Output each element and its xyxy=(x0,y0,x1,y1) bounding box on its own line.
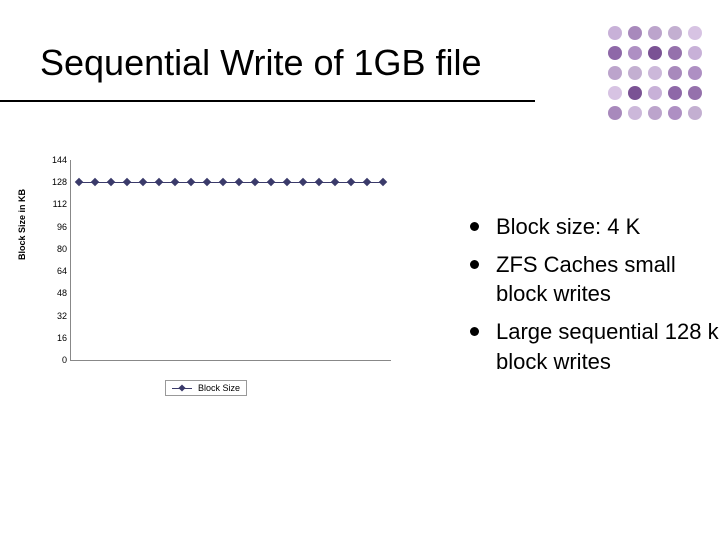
data-marker xyxy=(267,178,275,186)
plot-area: 0163248648096112128144 xyxy=(70,160,391,361)
data-marker xyxy=(155,178,163,186)
data-marker xyxy=(235,178,243,186)
data-marker xyxy=(331,178,339,186)
page-title: Sequential Write of 1GB file xyxy=(40,42,482,84)
y-tick-label: 64 xyxy=(37,266,71,276)
y-tick-label: 96 xyxy=(37,222,71,232)
data-marker xyxy=(139,178,147,186)
data-marker xyxy=(123,178,131,186)
data-marker xyxy=(203,178,211,186)
data-marker xyxy=(75,178,83,186)
y-tick-label: 128 xyxy=(37,177,71,187)
data-marker xyxy=(379,178,387,186)
y-tick-label: 80 xyxy=(37,244,71,254)
y-tick-label: 144 xyxy=(37,155,71,165)
title-underline xyxy=(0,100,535,102)
y-tick-label: 32 xyxy=(37,311,71,321)
data-marker xyxy=(283,178,291,186)
data-marker xyxy=(251,178,259,186)
y-tick-label: 112 xyxy=(37,199,71,209)
chart: Block Size in KB 0163248648096112128144 … xyxy=(35,160,405,390)
data-marker xyxy=(315,178,323,186)
bullet-item: ZFS Caches small block writes xyxy=(470,250,720,309)
slide: Sequential Write of 1GB file Block Size … xyxy=(0,0,720,540)
data-marker xyxy=(107,178,115,186)
legend: Block Size xyxy=(165,380,247,396)
y-axis-label: Block Size in KB xyxy=(17,189,27,260)
y-tick-label: 0 xyxy=(37,355,71,365)
data-marker xyxy=(171,178,179,186)
data-marker xyxy=(299,178,307,186)
bullet-item: Block size: 4 K xyxy=(470,212,720,242)
data-marker xyxy=(187,178,195,186)
decorative-dots xyxy=(608,26,702,120)
y-tick-label: 16 xyxy=(37,333,71,343)
data-marker xyxy=(347,178,355,186)
data-marker xyxy=(219,178,227,186)
legend-label: Block Size xyxy=(198,383,240,393)
y-tick-label: 48 xyxy=(37,288,71,298)
bullet-list: Block size: 4 K ZFS Caches small block wr… xyxy=(430,212,720,384)
data-marker xyxy=(363,178,371,186)
data-marker xyxy=(91,178,99,186)
legend-marker-icon xyxy=(172,384,192,392)
bullet-item: Large sequential 128 k block writes xyxy=(470,317,720,376)
